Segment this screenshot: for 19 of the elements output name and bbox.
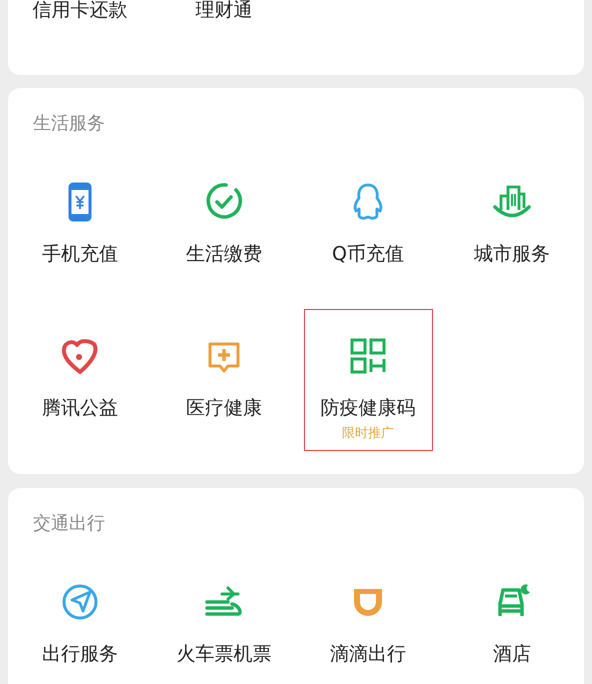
service-item[interactable]: 生活缴费 xyxy=(160,156,288,296)
service-item[interactable]: 腾讯公益 xyxy=(16,310,144,450)
section-title: 生活服务 xyxy=(33,112,105,136)
section-title: 交通出行 xyxy=(33,512,105,536)
service-item[interactable]: 城市服务 xyxy=(448,156,576,296)
service-item[interactable]: Q币充值 xyxy=(304,156,432,296)
service-item[interactable]: 防疫健康码 限时推广 xyxy=(304,310,432,450)
service-item[interactable]: 滴滴出行 xyxy=(304,556,432,684)
qr-code-icon xyxy=(348,336,388,376)
service-label[interactable]: 信用卡还款 xyxy=(8,0,152,75)
service-label[interactable]: 理财通 xyxy=(152,0,296,75)
compass-icon xyxy=(60,582,100,622)
service-item[interactable]: 手机充值 xyxy=(16,156,144,296)
service-item[interactable]: 酒店 xyxy=(448,556,576,684)
service-item[interactable]: 医疗健康 xyxy=(160,310,288,450)
service-item[interactable]: 出行服务 xyxy=(16,556,144,684)
check-circle-icon xyxy=(204,182,244,222)
heart-icon xyxy=(60,336,100,376)
service-item[interactable]: 火车票机票 xyxy=(160,556,288,684)
